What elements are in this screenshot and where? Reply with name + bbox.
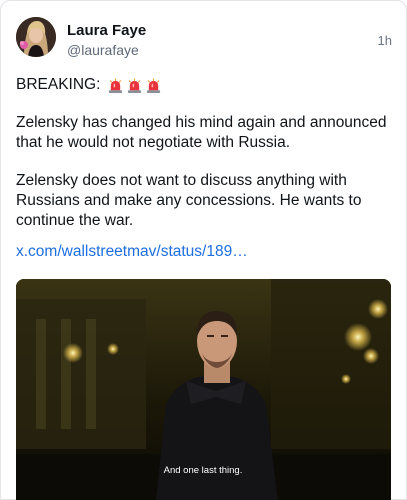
post-timestamp[interactable]: 1h <box>378 33 392 48</box>
author-display-name[interactable]: Laura Faye <box>67 22 146 39</box>
breaking-label: BREAKING: <box>16 76 101 93</box>
siren-icon <box>128 77 142 93</box>
post-paragraph-1: Zelensky has changed his mind again and … <box>16 114 387 151</box>
media-video[interactable]: And one last thing. <box>16 279 391 500</box>
avatar-photo <box>16 17 56 57</box>
author-avatar[interactable] <box>16 17 56 57</box>
post-paragraph-2: Zelensky does not want to discuss anythi… <box>16 172 362 229</box>
siren-icon <box>147 77 161 93</box>
video-thumbnail: And one last thing. <box>16 279 391 500</box>
breaking-line: BREAKING: <box>16 75 394 95</box>
video-caption: And one last thing. <box>164 465 243 476</box>
siren-icon <box>109 77 123 93</box>
post-card[interactable]: Laura Faye @laurafaye 1h BREAKING: Zelen… <box>0 0 407 500</box>
author-handle[interactable]: @laurafaye <box>67 42 139 58</box>
post-link[interactable]: x.com/wallstreetmav/status/189… <box>16 243 248 261</box>
